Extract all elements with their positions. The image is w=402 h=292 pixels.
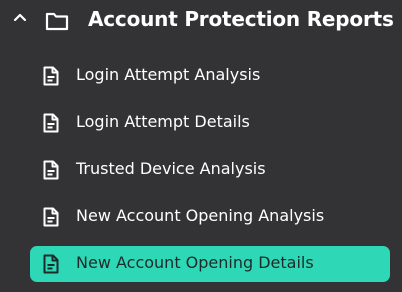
report-label: New Account Opening Details [76, 253, 314, 272]
report-item-trusted-device-analysis[interactable]: Trusted Device Analysis [30, 152, 390, 188]
document-icon [42, 254, 60, 274]
report-label: Login Attempt Details [76, 112, 250, 131]
document-icon [42, 160, 60, 180]
document-icon [42, 113, 60, 133]
report-label: New Account Opening Analysis [76, 206, 325, 225]
chevron-up-icon[interactable] [12, 9, 28, 25]
document-icon [42, 207, 60, 227]
folder-icon [45, 10, 69, 32]
folder-title: Account Protection Reports [88, 7, 394, 31]
report-item-new-account-opening-analysis[interactable]: New Account Opening Analysis [30, 199, 390, 235]
report-item-login-attempt-analysis[interactable]: Login Attempt Analysis [30, 58, 390, 94]
folder-header[interactable]: Account Protection Reports [0, 0, 402, 42]
report-item-new-account-opening-details[interactable]: New Account Opening Details [30, 246, 390, 282]
report-label: Login Attempt Analysis [76, 65, 261, 84]
report-item-login-attempt-details[interactable]: Login Attempt Details [30, 105, 390, 141]
report-label: Trusted Device Analysis [76, 159, 266, 178]
document-icon [42, 66, 60, 86]
